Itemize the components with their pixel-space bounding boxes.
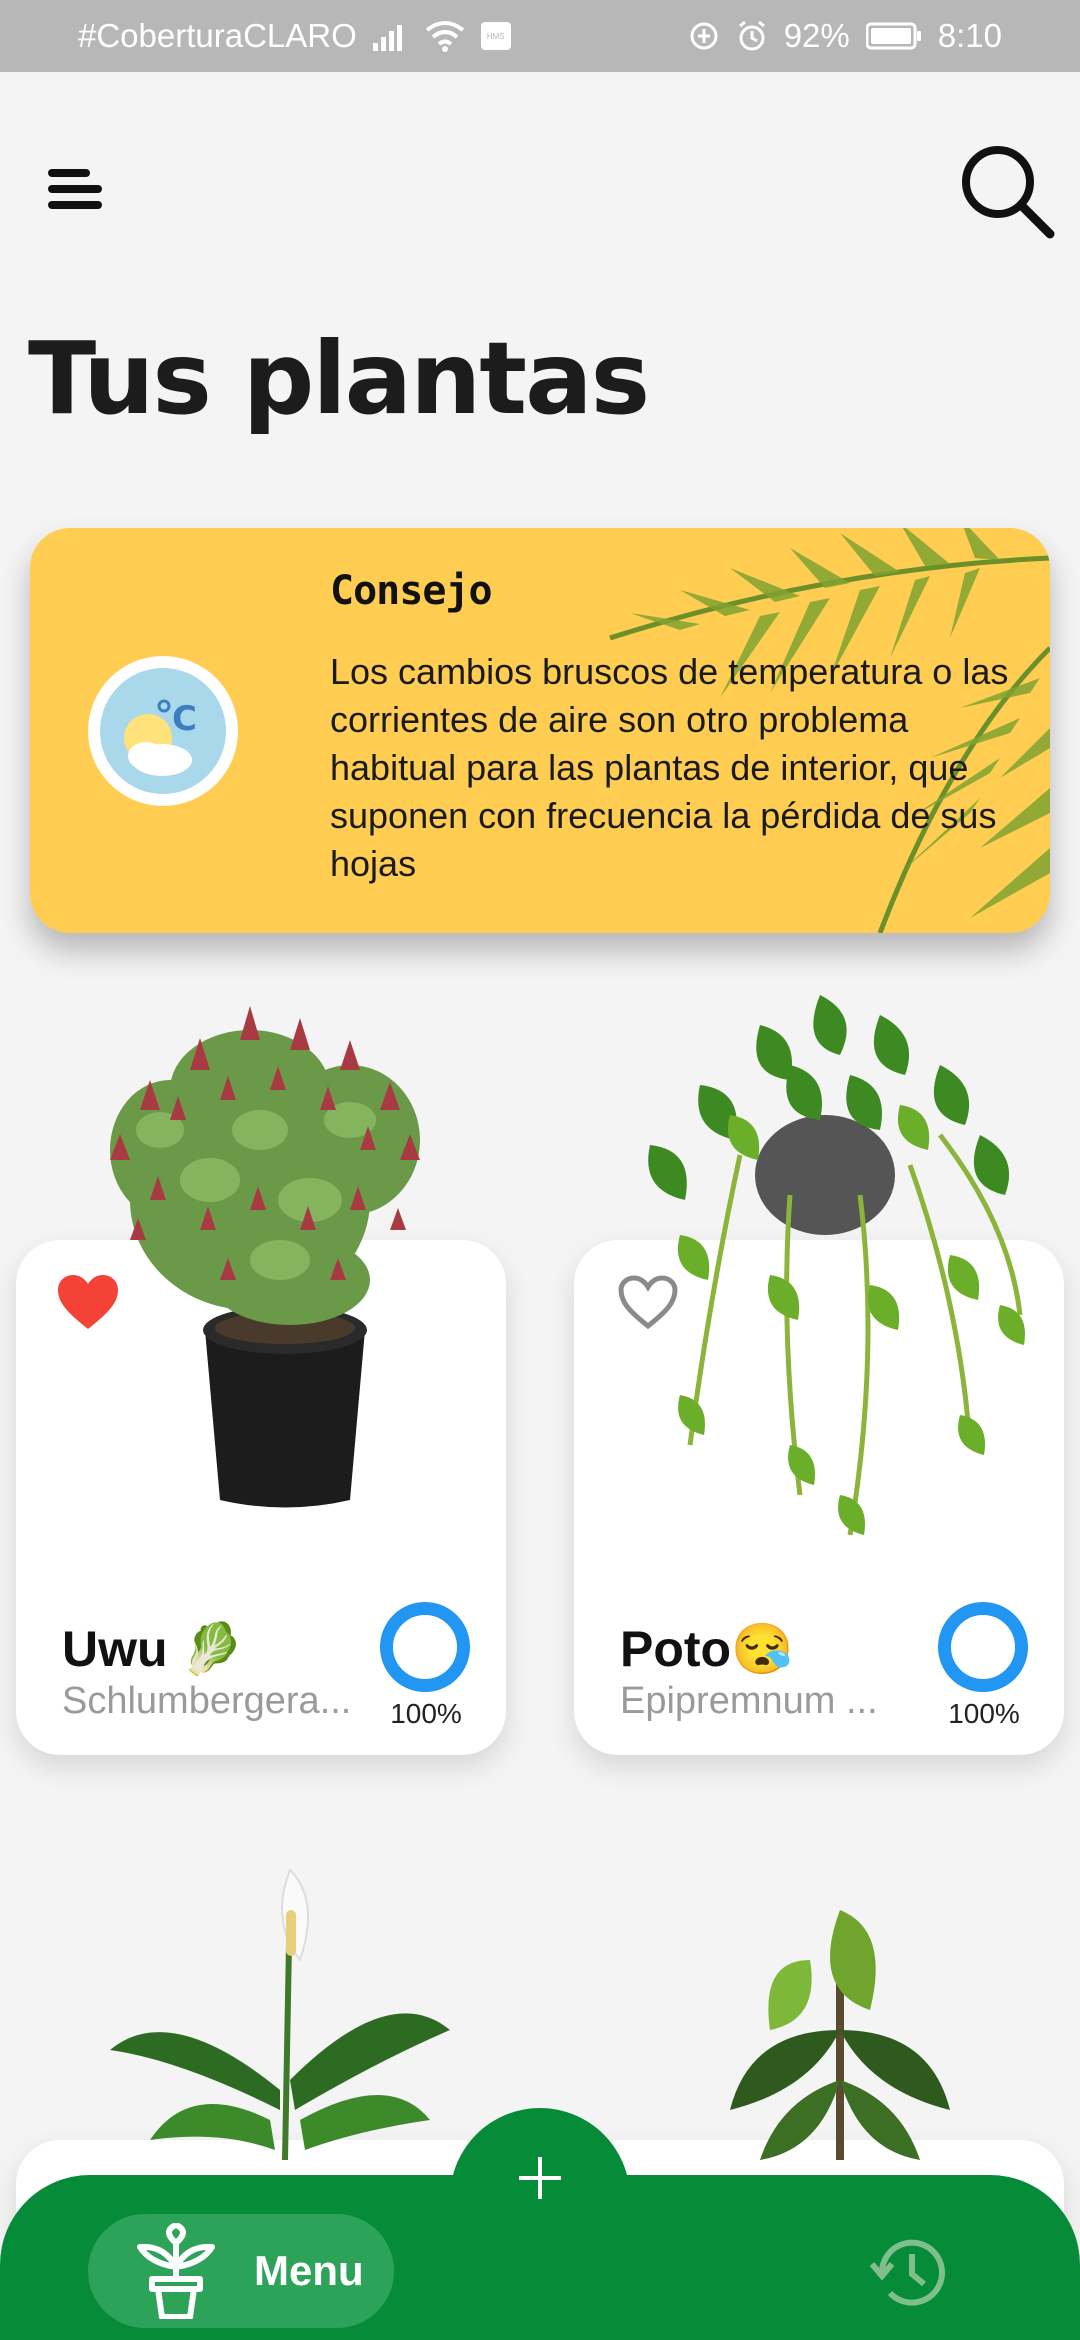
alarm-icon: [738, 20, 765, 51]
page-title: Tus plantas: [28, 320, 650, 437]
svg-text:C: C: [172, 699, 197, 739]
plant-species: Schlumbergera...: [62, 1680, 352, 1722]
add-plant-button[interactable]: [450, 2108, 630, 2288]
menu-toggle-icon[interactable]: [46, 165, 106, 215]
water-level-percent: 100%: [390, 1698, 462, 1729]
tip-title: Consejo: [330, 568, 493, 614]
temperature-weather-icon: C: [100, 668, 226, 794]
plant-species: Epipremnum ...: [620, 1680, 878, 1722]
plant-name: Poto😪: [620, 1621, 794, 1677]
hms-badge-label: HMS: [486, 31, 505, 41]
search-icon[interactable]: [956, 140, 1056, 240]
status-bar: #CoberturaCLARO HMS 92% 8:10: [0, 0, 1080, 72]
tip-card[interactable]: C Consejo Los cambios bruscos de tempera…: [30, 528, 1050, 933]
plant-image-peace-lily: [110, 1868, 450, 2160]
water-level-percent: 100%: [948, 1698, 1020, 1729]
plant-image-fiddle-leaf: [730, 1910, 950, 2160]
status-right: 92% 8:10: [688, 17, 1002, 55]
data-saver-icon: [690, 22, 718, 50]
menu-nav-label: Menu: [254, 2247, 364, 2294]
plant-pot-icon: [137, 2223, 215, 2319]
signal-icon: [372, 25, 402, 51]
tip-text: Los cambios bruscos de temperatura o las…: [330, 651, 1009, 884]
battery-icon: [865, 22, 921, 50]
status-left: #CoberturaCLARO HMS: [78, 17, 511, 55]
water-level-ring: [380, 1602, 470, 1692]
plant-image-pothos: [648, 995, 1025, 1536]
tip-icon-frame: C: [88, 656, 238, 806]
water-level-ring: [938, 1602, 1028, 1692]
history-icon[interactable]: [868, 2230, 952, 2314]
plus-icon: [519, 2157, 561, 2199]
battery-percent: 92%: [783, 17, 850, 54]
plant-image-cactus: [110, 1006, 420, 1508]
carrier-name: #CoberturaCLARO: [78, 17, 357, 54]
menu-nav-button[interactable]: Menu: [88, 2214, 394, 2328]
clock: 8:10: [937, 17, 1002, 54]
hms-badge-icon: HMS: [480, 22, 511, 50]
plant-name: Uwu 🥬: [62, 1621, 244, 1677]
wifi-icon: [425, 21, 465, 52]
